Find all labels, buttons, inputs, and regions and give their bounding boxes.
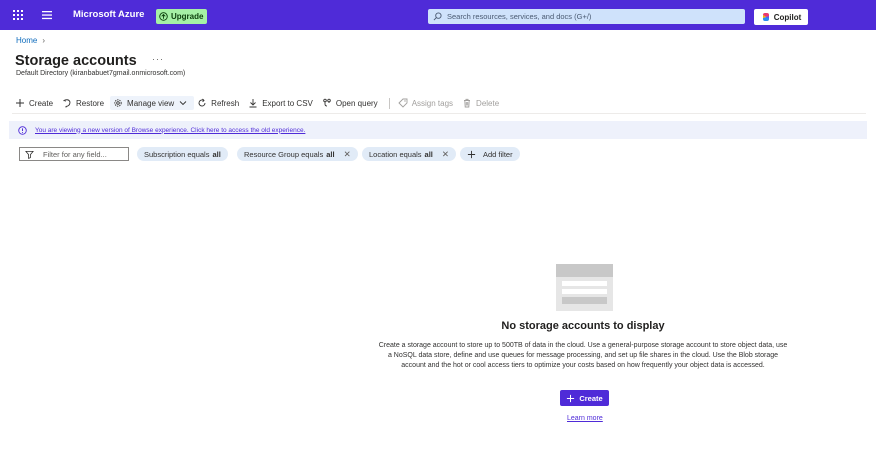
tag-icon xyxy=(398,98,408,108)
old-experience-link[interactable]: You are viewing a new version of Browse … xyxy=(35,127,305,134)
info-icon xyxy=(18,125,27,135)
toolbar-divider xyxy=(388,97,390,109)
top-bar: Microsoft Azure Upgrade Search resources… xyxy=(0,0,876,30)
export-csv-command[interactable]: Export to CSV xyxy=(245,96,319,110)
trash-icon xyxy=(464,98,471,108)
breadcrumb-home[interactable]: Home xyxy=(16,36,37,45)
subscription-filter-pill[interactable]: Subscription equals all xyxy=(137,147,228,161)
more-options-icon[interactable]: ··· xyxy=(152,54,164,64)
copilot-icon xyxy=(762,13,769,21)
subscription-filter-value: all xyxy=(212,149,221,159)
export-csv-label: Export to CSV xyxy=(262,98,313,108)
location-filter-label: Location equals xyxy=(369,149,422,159)
open-query-label: Open query xyxy=(335,98,378,108)
gear-icon xyxy=(114,99,122,107)
create-label: Create xyxy=(29,98,54,108)
close-icon[interactable]: ✕ xyxy=(344,149,351,160)
restore-label: Restore xyxy=(76,98,105,108)
plus-icon xyxy=(467,150,476,158)
menu-icon[interactable] xyxy=(41,9,53,21)
open-query-command[interactable]: Open query xyxy=(319,96,384,110)
add-filter-label: Add filter xyxy=(483,149,513,159)
toolbar-divider-line xyxy=(12,113,866,114)
info-banner: You are viewing a new version of Browse … xyxy=(9,121,867,139)
search-icon xyxy=(433,12,442,21)
filter-placeholder: Filter for any field... xyxy=(43,149,107,159)
plus-icon xyxy=(16,99,24,107)
chevron-right-icon: › xyxy=(42,36,46,45)
page-subtitle: Default Directory (kiranbabuet7gmail.onm… xyxy=(16,70,186,77)
refresh-command[interactable]: Refresh xyxy=(194,96,245,110)
chevron-down-icon xyxy=(179,101,187,106)
page-title: Storage accounts xyxy=(15,53,137,69)
delete-label: Delete xyxy=(476,98,500,108)
empty-storage-illustration xyxy=(556,264,613,311)
restore-command[interactable]: Restore xyxy=(59,96,110,110)
manage-view-label: Manage view xyxy=(127,98,175,108)
empty-state-description: Create a storage account to store up to … xyxy=(378,342,788,369)
location-filter-value: all xyxy=(424,149,433,159)
assign-tags-label: Assign tags xyxy=(411,98,454,108)
search-input[interactable]: Search resources, services, and docs (G+… xyxy=(428,9,745,24)
empty-state-title: No storage accounts to display xyxy=(501,320,665,332)
add-filter-button[interactable]: Add filter xyxy=(460,147,520,161)
search-placeholder: Search resources, services, and docs (G+… xyxy=(447,12,592,21)
location-filter-pill[interactable]: Location equals all ✕ xyxy=(362,147,457,161)
plus-icon xyxy=(567,394,575,402)
download-icon xyxy=(249,99,257,108)
app-launcher-icon[interactable] xyxy=(12,9,24,21)
breadcrumb: Home › xyxy=(16,36,45,45)
refresh-label: Refresh xyxy=(211,98,240,108)
close-icon[interactable]: ✕ xyxy=(442,149,449,160)
assign-tags-command[interactable]: Assign tags xyxy=(395,96,459,110)
brand-title[interactable]: Microsoft Azure xyxy=(73,9,144,20)
resource-group-filter-pill[interactable]: Resource Group equals all ✕ xyxy=(237,147,358,161)
subscription-filter-label: Subscription equals xyxy=(144,149,210,159)
filter-icon xyxy=(25,150,34,159)
create-storage-button[interactable]: Create xyxy=(560,390,609,406)
copilot-button[interactable]: Copilot xyxy=(754,9,808,25)
upgrade-icon xyxy=(159,12,168,21)
delete-command[interactable]: Delete xyxy=(459,96,505,110)
learn-more-link[interactable]: Learn more xyxy=(567,415,603,422)
resource-group-filter-label: Resource Group equals xyxy=(244,149,324,159)
resource-group-filter-value: all xyxy=(326,149,335,159)
restore-icon xyxy=(63,99,71,108)
upgrade-button[interactable]: Upgrade xyxy=(156,9,208,24)
refresh-icon xyxy=(198,98,206,107)
filter-input[interactable]: Filter for any field... xyxy=(19,147,129,161)
command-bar: Create Restore Manage view Refresh Expor… xyxy=(12,96,505,110)
create-storage-label: Create xyxy=(579,393,603,403)
upgrade-label: Upgrade xyxy=(171,12,204,21)
create-command[interactable]: Create xyxy=(12,96,59,110)
manage-view-command[interactable]: Manage view xyxy=(110,96,195,110)
query-icon xyxy=(323,98,331,107)
copilot-label: Copilot xyxy=(773,12,802,22)
